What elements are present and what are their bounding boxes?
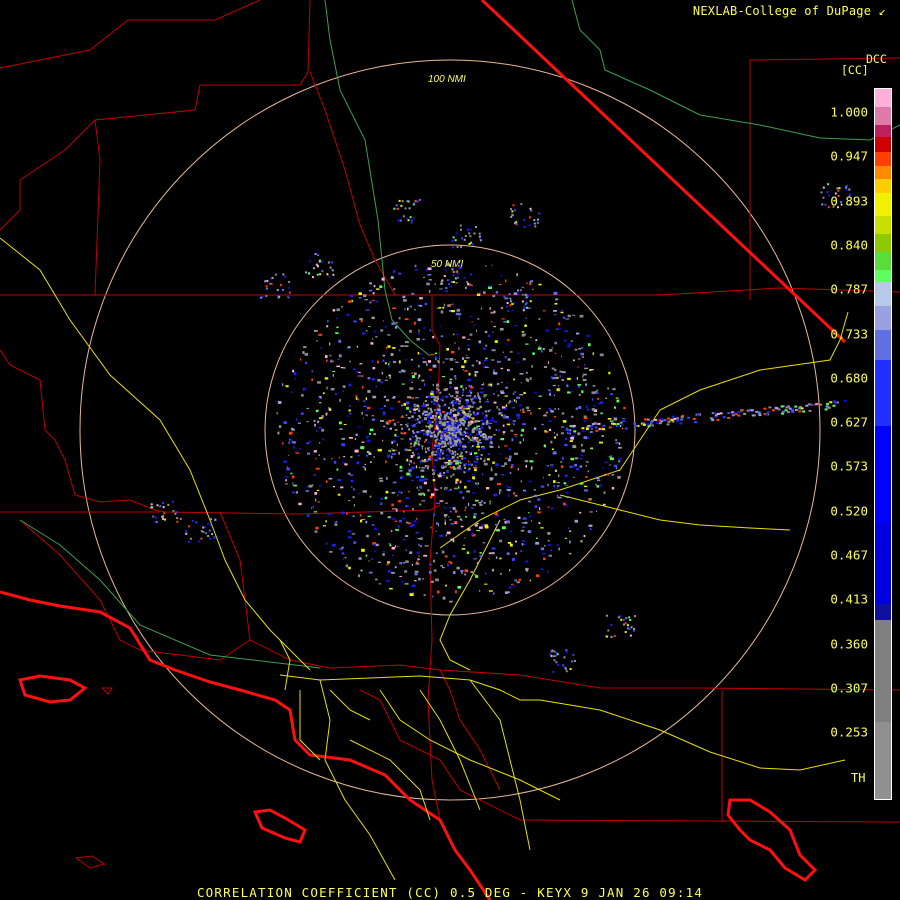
- color-scale-tick: 0.520: [830, 503, 868, 519]
- color-scale-segment: [875, 107, 891, 126]
- color-scale-tick: 0.307: [830, 680, 868, 696]
- credit-label: NEXLAB-College of DuPage ↙: [692, 4, 886, 18]
- color-scale-segment: [875, 360, 891, 427]
- color-scale-tick: 0.947: [830, 148, 868, 164]
- product-title: CORRELATION COEFFICIENT (CC) 0.5 DEG - K…: [196, 885, 704, 900]
- color-scale-tick: 0.413: [830, 591, 868, 607]
- logo-icon: ↙: [878, 4, 886, 18]
- color-scale-segment: [875, 721, 891, 786]
- color-scale-tick: 0.787: [830, 281, 868, 297]
- color-scale-segment: [875, 269, 891, 282]
- color-scale-tick: 0.360: [830, 636, 868, 652]
- threshold-label: TH: [851, 771, 866, 785]
- color-scale-segment: [875, 233, 891, 252]
- color-scale-segment: [875, 798, 891, 799]
- color-scale-tick: 0.893: [830, 193, 868, 209]
- color-scale-segment: [875, 330, 891, 361]
- color-scale-segment: [875, 251, 891, 270]
- color-scale-segment: [875, 305, 891, 331]
- radar-map: 100 NMI 50 NMI: [0, 0, 900, 900]
- color-scale-segment: [875, 136, 891, 153]
- color-scale-tick: 0.680: [830, 370, 868, 386]
- color-scale-segment: [875, 281, 891, 306]
- color-scale-segment: [875, 604, 891, 620]
- color-scale-segment: [875, 125, 891, 137]
- color-scale-segment: [875, 215, 891, 234]
- site-code: DCC: [866, 52, 887, 66]
- color-scale-segment: [875, 619, 891, 722]
- color-scale-segment: [875, 523, 891, 605]
- color-scale-segment: [875, 785, 891, 799]
- color-scale-tick: 0.467: [830, 547, 868, 563]
- color-scale-segment: [875, 152, 891, 166]
- color-scale-segment: [875, 192, 891, 216]
- units-label: [CC]: [841, 63, 869, 77]
- color-scale-segment: [875, 426, 891, 523]
- ring-label-100nmi: 100 NMI: [428, 74, 466, 85]
- color-scale-tick: 0.733: [830, 326, 868, 341]
- color-scale-segment: [875, 165, 891, 180]
- color-scale-tick: 0.627: [830, 414, 868, 430]
- color-scale-segment: [875, 179, 891, 193]
- color-scale-tick: 0.253: [830, 724, 868, 740]
- color-scale-segment: [875, 89, 891, 108]
- color-scale-tick: 1.000: [830, 104, 868, 120]
- color-scale-tick: 0.573: [830, 458, 868, 474]
- color-scale-bar: [874, 88, 892, 800]
- color-scale-tick: 0.840: [830, 237, 868, 253]
